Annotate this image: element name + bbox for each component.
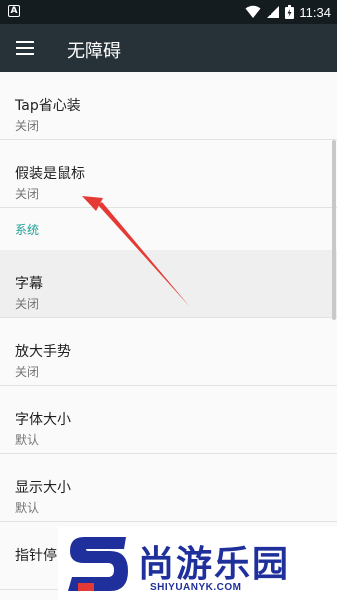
setting-summary: 关闭 (15, 187, 40, 201)
status-icons: 11:34 (245, 4, 331, 20)
hamburger-menu-icon[interactable] (13, 36, 37, 60)
signal-icon (267, 6, 280, 18)
setting-title: 字体大小 (15, 412, 71, 428)
setting-title: Tap省心装 (15, 98, 81, 114)
setting-font-size-item[interactable]: 字体大小 默认 (0, 386, 337, 454)
setting-summary: 默认 (15, 501, 40, 515)
setting-summary: 关闭 (15, 119, 40, 133)
status-bar: A 11:34 (0, 0, 337, 24)
brand-logo-icon (68, 537, 128, 591)
app-bar: 无障碍 (0, 24, 337, 72)
category-label: 系统 (15, 223, 40, 237)
setting-captions-item[interactable]: 字幕 关闭 (0, 250, 337, 318)
setting-title: 放大手势 (15, 344, 71, 360)
watermark-domain: SHIYUANYK.COM (150, 582, 242, 593)
notification-icon: A (8, 5, 20, 17)
battery-icon (285, 5, 295, 19)
setting-summary: 默认 (15, 433, 40, 447)
setting-title: 假装是鼠标 (15, 166, 85, 182)
watermark: 尚游乐园 SHIYUANYK.COM (58, 527, 337, 600)
wifi-icon (245, 5, 261, 18)
category-header: 系统 (0, 208, 337, 250)
setting-fake-mouse-item[interactable]: 假装是鼠标 关闭 (0, 140, 337, 208)
setting-tap-item[interactable]: Tap省心装 关闭 (0, 72, 337, 140)
setting-title: 指针停 (15, 548, 57, 564)
setting-summary: 关闭 (15, 297, 40, 311)
setting-summary: 关闭 (15, 365, 40, 379)
status-time: 11:34 (299, 4, 331, 20)
settings-list: Tap省心装 关闭 假装是鼠标 关闭 系统 字幕 关闭 放大手势 关闭 字体大小… (0, 72, 337, 590)
page-title: 无障碍 (67, 41, 121, 62)
setting-title: 字幕 (15, 276, 43, 292)
setting-magnification-item[interactable]: 放大手势 关闭 (0, 318, 337, 386)
scrollbar[interactable] (332, 140, 336, 320)
watermark-brand: 尚游乐园 (138, 544, 291, 585)
setting-title: 显示大小 (15, 480, 71, 496)
setting-display-size-item[interactable]: 显示大小 默认 (0, 454, 337, 522)
